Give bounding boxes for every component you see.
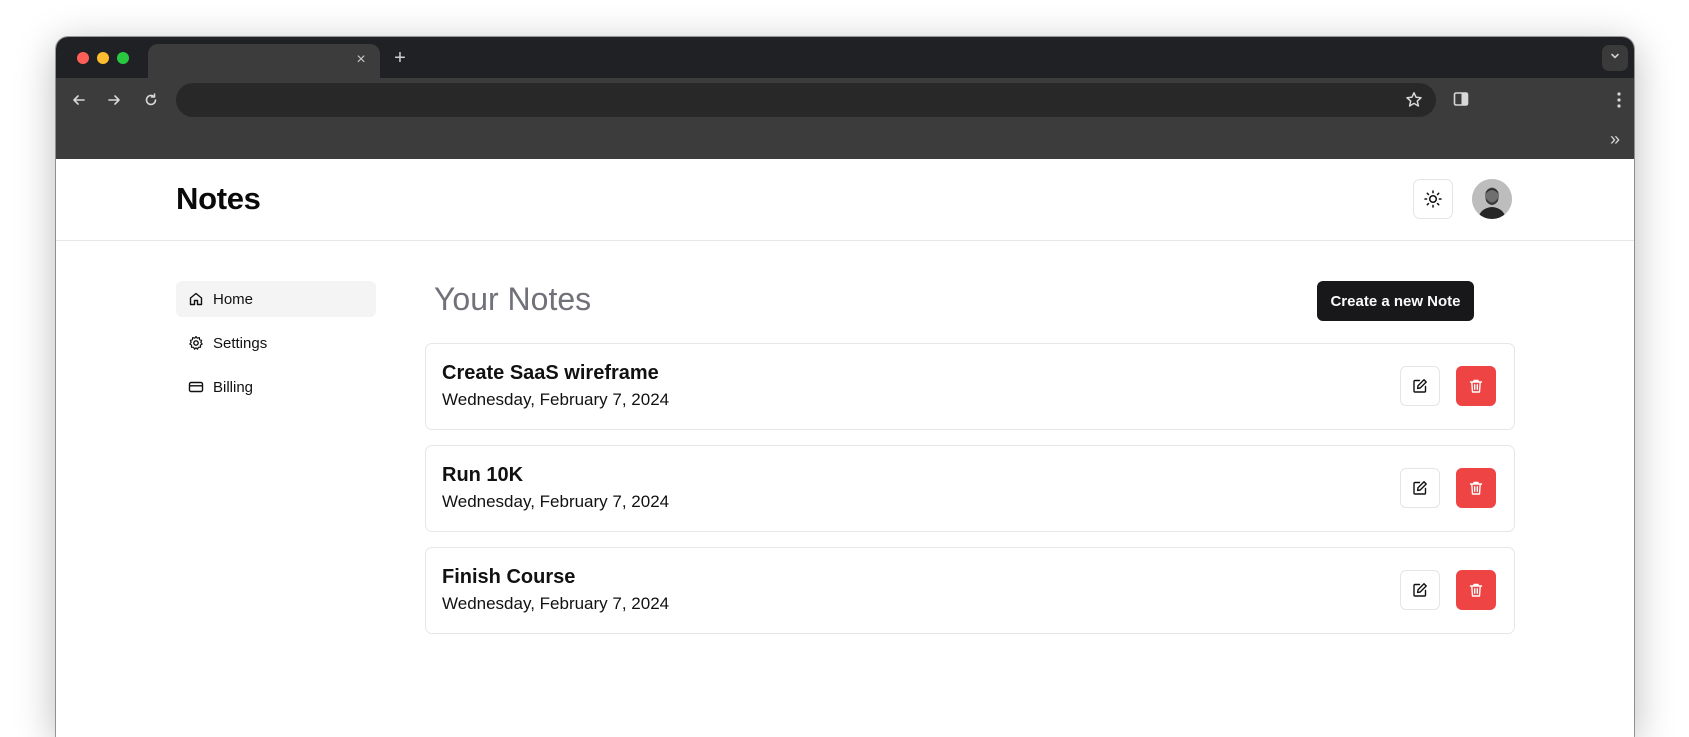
sidebar-item-home[interactable]: Home <box>176 281 376 317</box>
home-icon <box>188 291 204 307</box>
address-bar[interactable] <box>176 83 1436 117</box>
trash-icon <box>1469 481 1483 495</box>
bookmarks-overflow-icon[interactable]: » <box>1610 129 1620 150</box>
back-button[interactable] <box>68 89 90 111</box>
note-card: Create SaaS wireframe Wednesday, Februar… <box>425 343 1515 430</box>
reload-icon <box>145 93 157 106</box>
more-vertical-icon <box>1617 92 1621 108</box>
side-panel-icon <box>1453 92 1469 106</box>
bookmark-star-icon[interactable] <box>1404 90 1424 110</box>
page-content: Notes Home Settings Billing Your Notes C… <box>56 159 1634 737</box>
note-date: Wednesday, February 7, 2024 <box>442 390 670 409</box>
trash-icon <box>1469 379 1483 393</box>
arrow-left-icon <box>73 95 85 105</box>
edit-note-button[interactable] <box>1400 468 1440 508</box>
app-header: Notes <box>56 159 1634 241</box>
close-window-button[interactable] <box>77 52 89 64</box>
edit-icon <box>1413 481 1427 495</box>
side-panel-button[interactable] <box>1451 89 1473 111</box>
new-tab-button[interactable]: + <box>388 47 412 71</box>
avatar-image <box>1472 179 1512 219</box>
note-title: Create SaaS wireframe <box>442 362 659 384</box>
note-card: Run 10K Wednesday, February 7, 2024 <box>425 445 1515 532</box>
sidebar-item-label: Billing <box>213 378 254 396</box>
edit-note-button[interactable] <box>1400 366 1440 406</box>
chevron-down-icon <box>1611 53 1619 59</box>
sidebar-item-settings[interactable]: Settings <box>176 325 376 361</box>
page-title: Your Notes <box>434 281 592 317</box>
credit-card-icon <box>188 379 204 395</box>
note-title: Run 10K <box>442 464 524 486</box>
bookmarks-bar: » <box>56 122 1634 159</box>
create-note-button[interactable]: Create a new Note <box>1317 281 1474 321</box>
browser-tab-active[interactable]: × <box>148 44 380 78</box>
gear-icon <box>188 335 204 351</box>
edit-icon <box>1413 379 1427 393</box>
arrow-right-icon <box>108 95 120 105</box>
brand-title[interactable]: Notes <box>176 181 261 217</box>
browser-window: × + » Notes Home Settings Billing Your N… <box>56 37 1634 737</box>
tab-close-icon[interactable]: × <box>352 51 370 69</box>
user-avatar[interactable] <box>1472 179 1512 219</box>
theme-toggle-button[interactable] <box>1413 179 1453 219</box>
sidebar-item-billing[interactable]: Billing <box>176 369 376 405</box>
minimize-window-button[interactable] <box>97 52 109 64</box>
browser-menu-button[interactable] <box>1614 89 1624 111</box>
sidebar-item-label: Settings <box>213 334 268 352</box>
trash-icon <box>1469 583 1483 597</box>
delete-note-button[interactable] <box>1456 468 1496 508</box>
note-date: Wednesday, February 7, 2024 <box>442 594 670 613</box>
tab-strip: × + <box>56 37 1634 78</box>
delete-note-button[interactable] <box>1456 570 1496 610</box>
delete-note-button[interactable] <box>1456 366 1496 406</box>
reload-button[interactable] <box>140 89 162 111</box>
edit-icon <box>1413 583 1427 597</box>
tab-search-button[interactable] <box>1602 45 1628 71</box>
sidebar-item-label: Home <box>213 290 254 308</box>
note-card: Finish Course Wednesday, February 7, 202… <box>425 547 1515 634</box>
note-date: Wednesday, February 7, 2024 <box>442 492 670 511</box>
note-title: Finish Course <box>442 566 576 588</box>
browser-toolbar <box>56 78 1634 122</box>
forward-button[interactable] <box>103 89 125 111</box>
sidebar-nav: Home Settings Billing <box>176 281 376 413</box>
maximize-window-button[interactable] <box>117 52 129 64</box>
sun-icon <box>1424 190 1442 208</box>
edit-note-button[interactable] <box>1400 570 1440 610</box>
